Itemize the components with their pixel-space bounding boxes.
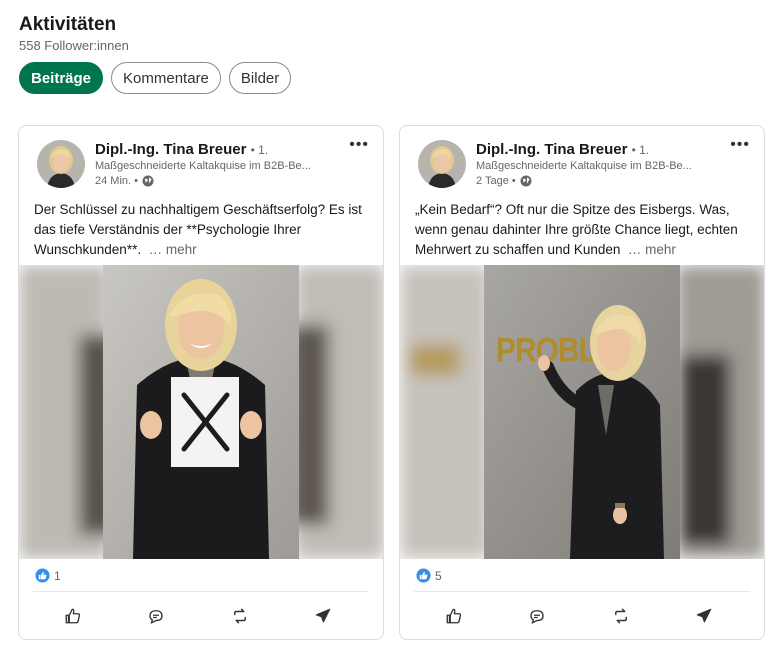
avatar[interactable]: [37, 140, 85, 188]
post-image[interactable]: PROBLEM: [400, 265, 764, 559]
follower-count: 558 Follower:innen: [19, 38, 129, 53]
more-icon[interactable]: •••: [730, 136, 750, 154]
post-text: „Kein Bedarf“? Oft nur die Spitze des Ei…: [415, 200, 755, 260]
post-time: 2 Tage •: [476, 175, 516, 187]
post-text: Der Schlüssel zu nachhaltigem Geschäftse…: [34, 200, 374, 260]
author-headline: Maßgeschneiderte Kaltakquise im B2B-Be..…: [476, 160, 692, 172]
section-title: Aktivitäten: [19, 14, 117, 35]
like-reaction-icon: [35, 568, 50, 583]
like-icon[interactable]: [61, 604, 85, 628]
divider: [414, 591, 750, 592]
see-more-link[interactable]: … mehr: [149, 242, 197, 257]
connection-degree: • 1.: [631, 143, 650, 157]
like-reaction-icon: [416, 568, 431, 583]
comment-icon[interactable]: [144, 604, 168, 628]
connection-degree: • 1.: [250, 143, 269, 157]
reaction-count[interactable]: 1: [54, 569, 61, 583]
post-meta: 24 Min. •: [95, 175, 154, 187]
repost-icon[interactable]: [609, 604, 633, 628]
comment-icon[interactable]: [525, 604, 549, 628]
avatar[interactable]: [418, 140, 466, 188]
divider: [33, 591, 369, 592]
author-name-text[interactable]: Dipl.-Ing. Tina Breuer: [476, 141, 627, 158]
post-body: „Kein Bedarf“? Oft nur die Spitze des Ei…: [415, 202, 738, 257]
action-bar: [400, 604, 764, 628]
globe-icon: [520, 175, 532, 187]
filter-bilder[interactable]: Bilder: [228, 62, 292, 94]
post-time: 24 Min. •: [95, 175, 138, 187]
post-image[interactable]: [19, 265, 383, 559]
send-icon[interactable]: [311, 604, 335, 628]
author-name-text[interactable]: Dipl.-Ing. Tina Breuer: [95, 141, 246, 158]
repost-icon[interactable]: [228, 604, 252, 628]
send-icon[interactable]: [692, 604, 716, 628]
see-more-link[interactable]: … mehr: [628, 242, 676, 257]
filter-beitraege[interactable]: Beiträge: [19, 62, 104, 94]
post-body: Der Schlüssel zu nachhaltigem Geschäftse…: [34, 202, 362, 257]
reactions[interactable]: 5: [416, 568, 442, 583]
author-name[interactable]: Dipl.-Ing. Tina Breuer • 1.: [476, 141, 649, 158]
action-bar: [19, 604, 383, 628]
author-name[interactable]: Dipl.-Ing. Tina Breuer • 1.: [95, 141, 268, 158]
more-icon[interactable]: •••: [349, 136, 369, 154]
reactions[interactable]: 1: [35, 568, 61, 583]
filter-kommentare[interactable]: Kommentare: [111, 62, 221, 94]
globe-icon: [142, 175, 154, 187]
like-icon[interactable]: [442, 604, 466, 628]
post-meta: 2 Tage •: [476, 175, 532, 187]
filter-pills: Beiträge Kommentare Bilder: [19, 62, 292, 94]
post-card: Dipl.-Ing. Tina Breuer • 1. Maßgeschneid…: [18, 125, 384, 640]
post-card: Dipl.-Ing. Tina Breuer • 1. Maßgeschneid…: [399, 125, 765, 640]
reaction-count[interactable]: 5: [435, 569, 442, 583]
author-headline: Maßgeschneiderte Kaltakquise im B2B-Be..…: [95, 160, 311, 172]
